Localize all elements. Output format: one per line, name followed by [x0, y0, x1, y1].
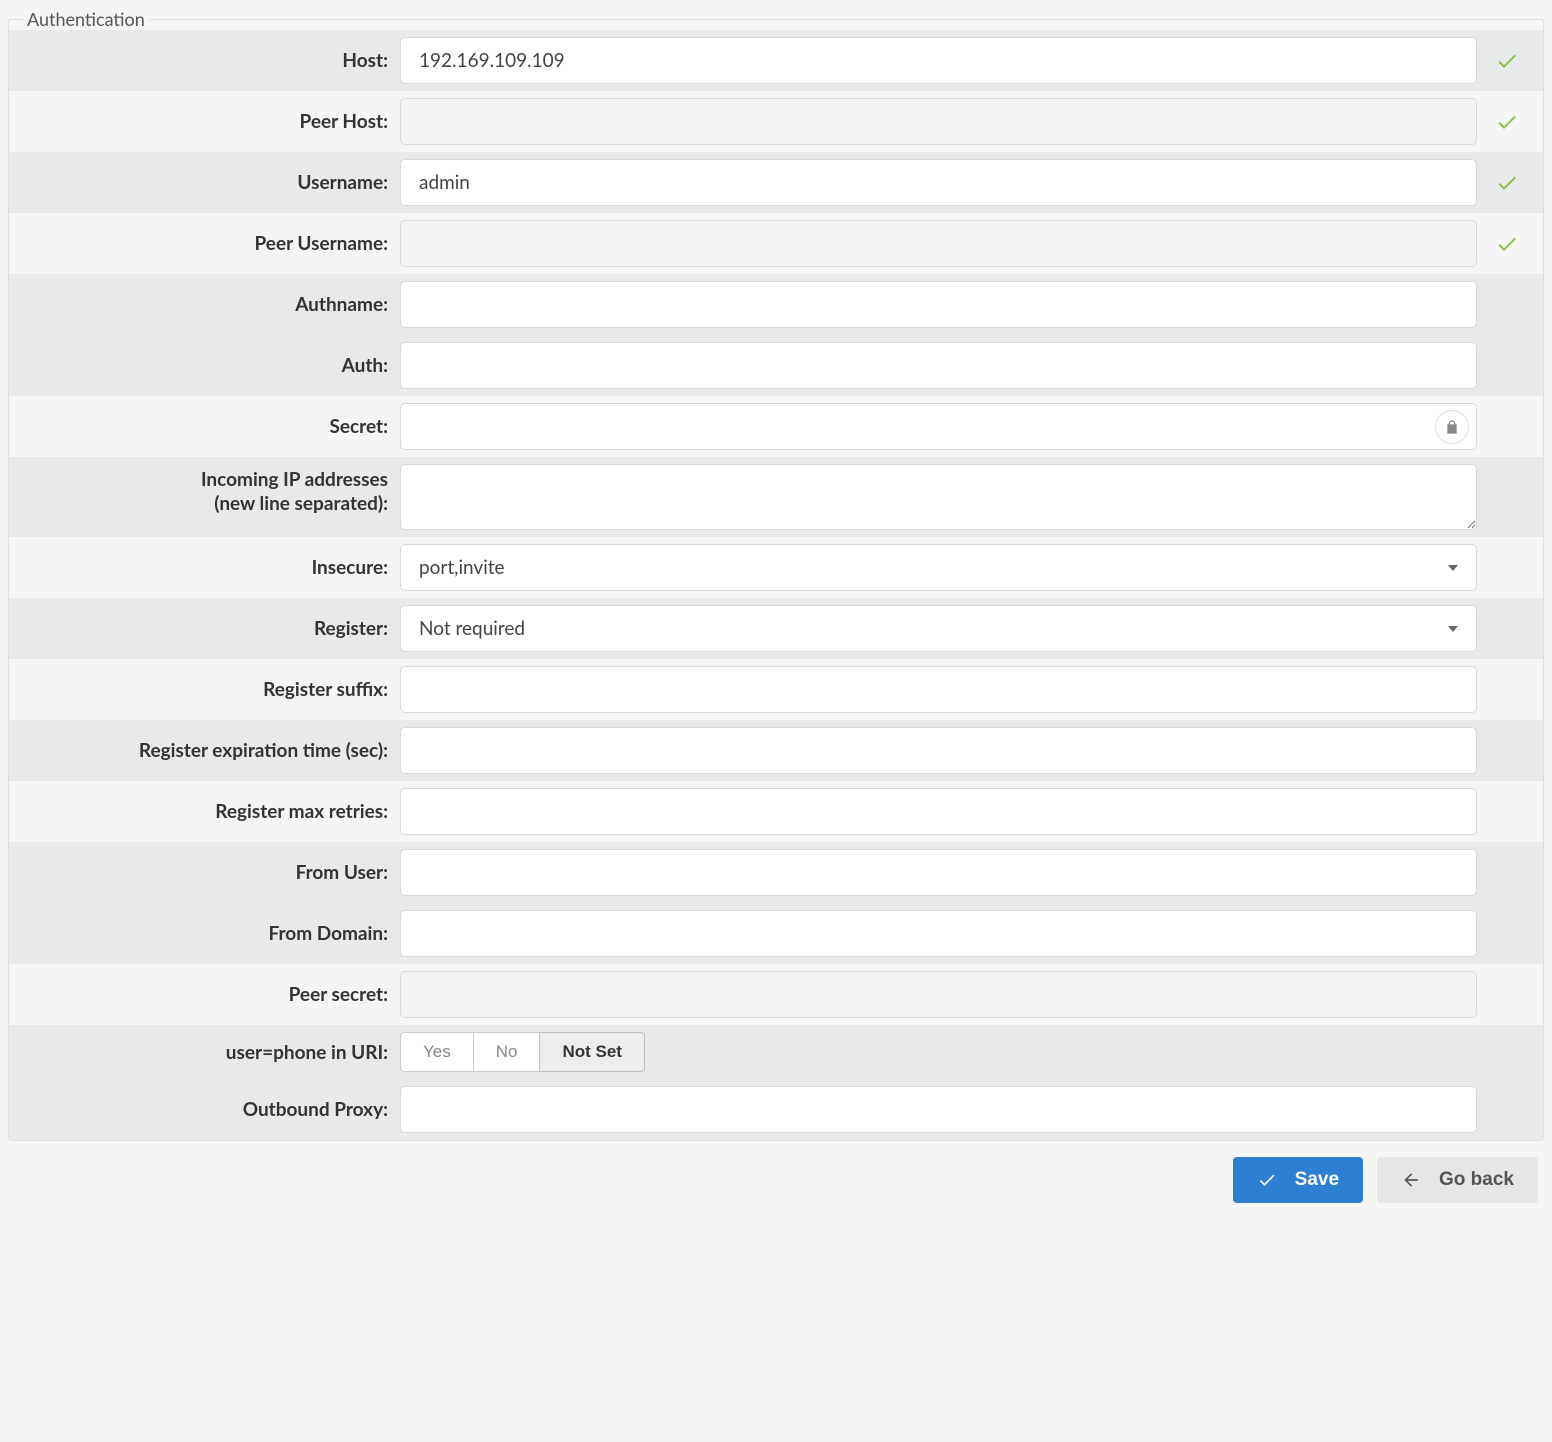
label-from-user: From User: [15, 849, 400, 896]
check-icon [1495, 110, 1519, 134]
label-peer-username: Peer Username: [15, 220, 400, 267]
row-register-suffix: Register suffix: [9, 659, 1543, 720]
row-peer-host: Peer Host: [9, 91, 1543, 152]
row-username: Username: [9, 152, 1543, 213]
register-retries-input[interactable] [400, 788, 1477, 835]
peer-host-input[interactable] [400, 98, 1477, 145]
row-authname: Authname: [9, 274, 1543, 335]
chevron-down-icon [1448, 565, 1458, 571]
label-host: Host: [15, 37, 400, 84]
insecure-select[interactable]: port,invite [400, 544, 1477, 591]
go-back-label: Go back [1439, 1169, 1514, 1191]
row-insecure: Insecure: port,invite [9, 537, 1543, 598]
footer-actions: Save Go back [8, 1141, 1544, 1209]
outbound-proxy-input[interactable] [400, 1086, 1477, 1133]
host-input[interactable] [400, 37, 1477, 84]
row-user-phone: user=phone in URI: Yes No Not Set [9, 1025, 1543, 1079]
username-input[interactable] [400, 159, 1477, 206]
user-phone-no[interactable]: No [473, 1032, 541, 1072]
authname-input[interactable] [400, 281, 1477, 328]
from-domain-input[interactable] [400, 910, 1477, 957]
user-phone-toggle: Yes No Not Set [400, 1032, 645, 1072]
auth-input[interactable] [400, 342, 1477, 389]
register-select[interactable]: Not required [400, 605, 1477, 652]
label-authname: Authname: [15, 281, 400, 328]
register-suffix-input[interactable] [400, 666, 1477, 713]
arrow-left-icon [1401, 1170, 1421, 1190]
fieldset-legend: Authentication [23, 8, 149, 30]
save-label: Save [1295, 1169, 1339, 1191]
label-auth: Auth: [15, 342, 400, 389]
row-incoming-ip: Incoming IP addresses (new line separate… [9, 457, 1543, 537]
check-icon [1495, 232, 1519, 256]
authentication-fieldset: Authentication Host: Peer Host: [8, 8, 1544, 1141]
lock-icon[interactable] [1435, 410, 1469, 444]
row-peer-secret: Peer secret: [9, 964, 1543, 1025]
chevron-down-icon [1448, 626, 1458, 632]
check-icon [1495, 49, 1519, 73]
label-incoming-ip: Incoming IP addresses (new line separate… [15, 464, 400, 530]
label-insecure: Insecure: [15, 544, 400, 591]
label-username: Username: [15, 159, 400, 206]
peer-username-input[interactable] [400, 220, 1477, 267]
peer-secret-input[interactable] [400, 971, 1477, 1018]
register-expire-input[interactable] [400, 727, 1477, 774]
row-outbound-proxy: Outbound Proxy: [9, 1079, 1543, 1140]
row-secret: Secret: [9, 396, 1543, 457]
go-back-button[interactable]: Go back [1377, 1157, 1538, 1203]
user-phone-notset[interactable]: Not Set [539, 1032, 645, 1072]
row-register-retries: Register max retries: [9, 781, 1543, 842]
label-outbound-proxy: Outbound Proxy: [15, 1086, 400, 1133]
label-register-retries: Register max retries: [15, 788, 400, 835]
from-user-input[interactable] [400, 849, 1477, 896]
check-icon [1495, 171, 1519, 195]
row-host: Host: [9, 30, 1543, 91]
row-from-domain: From Domain: [9, 903, 1543, 964]
check-icon [1257, 1170, 1277, 1190]
save-button[interactable]: Save [1233, 1157, 1363, 1203]
row-register-expire: Register expiration time (sec): [9, 720, 1543, 781]
label-register: Register: [15, 605, 400, 652]
label-register-suffix: Register suffix: [15, 666, 400, 713]
row-auth: Auth: [9, 335, 1543, 396]
user-phone-yes[interactable]: Yes [400, 1032, 474, 1072]
row-peer-username: Peer Username: [9, 213, 1543, 274]
insecure-value: port,invite [419, 556, 505, 579]
label-secret: Secret: [15, 403, 400, 450]
incoming-ip-textarea[interactable] [400, 464, 1477, 530]
label-peer-host: Peer Host: [15, 98, 400, 145]
row-register: Register: Not required [9, 598, 1543, 659]
row-from-user: From User: [9, 842, 1543, 903]
label-register-expire: Register expiration time (sec): [15, 727, 400, 774]
secret-input[interactable] [400, 403, 1477, 450]
register-value: Not required [419, 617, 525, 640]
label-from-domain: From Domain: [15, 910, 400, 957]
label-peer-secret: Peer secret: [15, 971, 400, 1018]
label-user-phone: user=phone in URI: [15, 1032, 400, 1072]
